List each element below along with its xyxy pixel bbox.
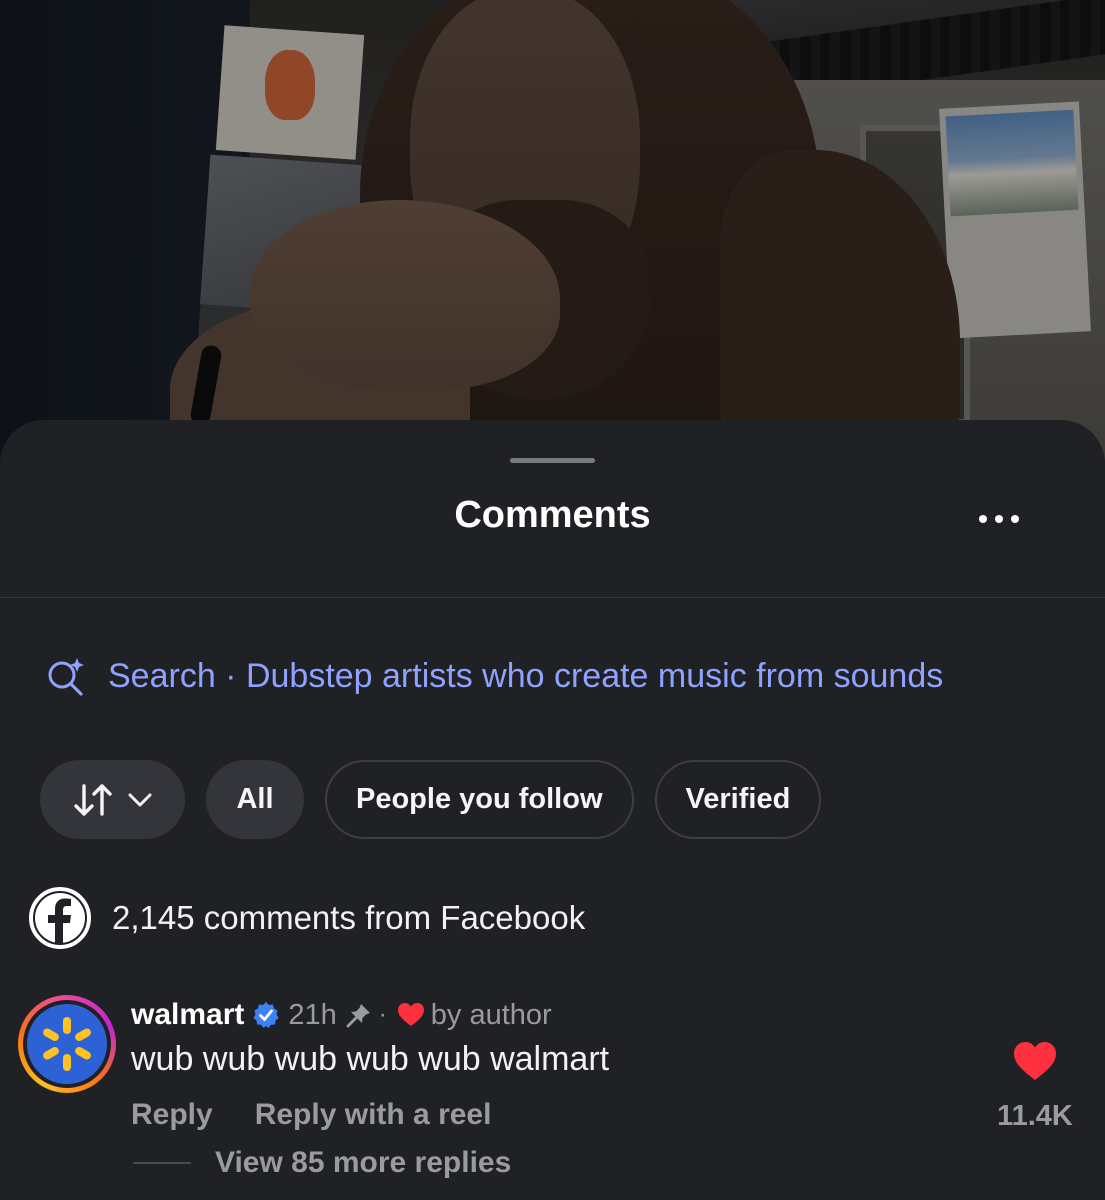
avatar[interactable] bbox=[18, 995, 116, 1093]
comment-username[interactable]: walmart bbox=[131, 998, 244, 1032]
verified-badge-icon bbox=[253, 1002, 279, 1028]
chevron-down-icon bbox=[128, 793, 151, 806]
sort-dropdown[interactable] bbox=[40, 760, 185, 839]
separator-dot: · bbox=[378, 1001, 387, 1028]
comment-actions: Reply Reply with a reel bbox=[131, 1098, 491, 1132]
reply-with-reel-button[interactable]: Reply with a reel bbox=[255, 1098, 492, 1132]
comment-header: walmart 21h · by author bbox=[131, 994, 552, 1036]
filter-chip-people-you-follow[interactable]: People you follow bbox=[325, 760, 634, 839]
replies-connector-line bbox=[133, 1162, 191, 1164]
liked-by-author-label: by author bbox=[430, 998, 552, 1031]
comments-sheet: Comments Search · Dubstep artists who cr… bbox=[0, 420, 1105, 1200]
facebook-comments-row[interactable]: 2,145 comments from Facebook bbox=[28, 886, 585, 950]
walmart-spark-logo bbox=[27, 1004, 107, 1084]
sheet-drag-handle[interactable] bbox=[510, 458, 595, 463]
filter-chips: All People you follow Verified bbox=[40, 760, 822, 839]
sheet-title: Comments bbox=[454, 494, 651, 536]
more-options-button[interactable] bbox=[968, 502, 1030, 536]
reel-video-backdrop bbox=[0, 0, 1105, 460]
facebook-icon bbox=[29, 887, 91, 949]
pin-icon bbox=[346, 1004, 370, 1028]
reply-button[interactable]: Reply bbox=[131, 1098, 213, 1132]
ai-search-sparkle-icon bbox=[48, 658, 84, 696]
filter-chip-verified[interactable]: Verified bbox=[654, 760, 822, 839]
more-horizontal-icon bbox=[979, 515, 987, 523]
like-count: 11.4K bbox=[997, 1100, 1073, 1132]
search-suggestion-text: Search · Dubstep artists who create musi… bbox=[108, 656, 944, 695]
ai-search-suggestion[interactable]: Search · Dubstep artists who create musi… bbox=[44, 648, 943, 704]
view-more-replies-button[interactable]: View 85 more replies bbox=[133, 1146, 511, 1180]
comment-text: wub wub wub wub wub walmart bbox=[131, 1040, 610, 1078]
facebook-comments-count: 2,145 comments from Facebook bbox=[112, 899, 586, 936]
view-more-replies-text: View 85 more replies bbox=[215, 1146, 512, 1179]
filter-chip-all[interactable]: All bbox=[206, 760, 304, 839]
sort-arrows-icon bbox=[73, 783, 112, 816]
heart-icon bbox=[397, 1003, 424, 1026]
heart-filled-icon[interactable] bbox=[1012, 1040, 1058, 1082]
header-divider bbox=[0, 597, 1105, 598]
comment-timestamp: 21h bbox=[288, 998, 337, 1031]
